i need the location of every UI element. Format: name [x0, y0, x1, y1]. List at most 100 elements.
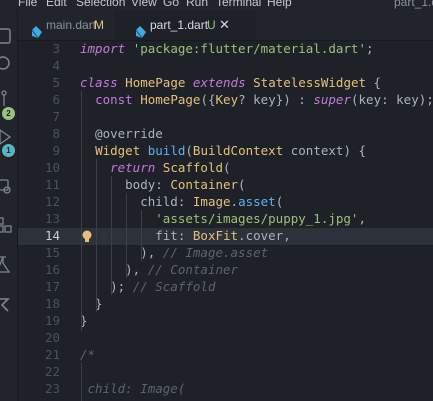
- flutter-icon[interactable]: [0, 296, 17, 314]
- code-line[interactable]: 21 /*: [18, 346, 433, 363]
- menu-view[interactable]: View: [131, 0, 157, 9]
- code-line[interactable]: 4: [18, 57, 433, 74]
- code-token: body:: [80, 177, 171, 192]
- run-debug-badge: 1: [2, 144, 15, 157]
- indent-guide: [81, 363, 82, 401]
- line-code: import 'package:flutter/material.dart';: [80, 40, 374, 57]
- line-number: 16: [44, 262, 60, 277]
- menu-file[interactable]: File: [18, 0, 37, 9]
- code-token: @override: [80, 126, 163, 141]
- lightbulb-icon[interactable]: [81, 229, 93, 243]
- line-code: ), // Container: [80, 261, 238, 278]
- line-number: 17: [44, 279, 60, 294]
- line-number: 14: [44, 228, 60, 243]
- code-token: const: [95, 92, 133, 107]
- code-token: Image: [192, 194, 231, 209]
- tab-main-dart[interactable]: main.dart M: [18, 10, 114, 40]
- code-token: (: [238, 177, 246, 192]
- line-number: 4: [52, 58, 60, 73]
- extensions-icon[interactable]: [0, 216, 17, 234]
- line-number: 22: [44, 364, 60, 379]
- indent-guide: [141, 210, 142, 261]
- window-title: part_1.dart: [394, 0, 433, 9]
- indent-guide: [126, 193, 127, 278]
- code-token: ),: [80, 245, 163, 260]
- code-token: class: [80, 75, 118, 90]
- source-control-icon[interactable]: [0, 90, 17, 108]
- code-token: BoxFit: [192, 228, 239, 243]
- code-token: /*: [80, 347, 96, 362]
- code-token: 'assets/images/puppy_1.jpg': [155, 211, 359, 226]
- code-token: );: [80, 279, 133, 294]
- menu-selection[interactable]: Selection: [76, 0, 125, 9]
- line-number: 3: [52, 41, 60, 56]
- code-editor[interactable]: 3 import 'package:flutter/material.dart';…: [18, 40, 433, 401]
- code-token: // Scaffold: [132, 279, 216, 294]
- code-token: (: [275, 194, 284, 209]
- close-icon[interactable]: ✕: [219, 10, 230, 40]
- editor-tabs: main.dart M part_1.dart U ✕: [18, 10, 433, 41]
- code-token: BuildContext: [192, 143, 284, 158]
- indent-guide: [81, 91, 82, 331]
- line-code: @override: [80, 125, 163, 142]
- code-token: Container: [170, 177, 239, 192]
- untracked-indicator: U: [207, 18, 216, 32]
- testing-icon[interactable]: [0, 256, 17, 274]
- line-number: 7: [52, 109, 60, 124]
- line-code: const HomePage({Key? key}) : super(key: …: [80, 91, 433, 108]
- line-number: 19: [44, 313, 60, 328]
- explorer-icon[interactable]: [0, 26, 17, 44]
- tab-label: part_1.dart: [150, 18, 209, 32]
- line-code: class HomePage extends StatelessWidget {: [80, 74, 381, 91]
- code-token: asset: [238, 194, 276, 209]
- menu-run[interactable]: Run: [186, 0, 208, 9]
- menu-terminal[interactable]: Terminal: [216, 0, 261, 9]
- indent-guide: [96, 159, 97, 312]
- code-token: ),: [80, 262, 148, 277]
- activity-bar: 2 1: [0, 10, 18, 401]
- code-line[interactable]: 20: [18, 329, 433, 346]
- line-number: 18: [44, 296, 60, 311]
- code-token: super: [313, 92, 351, 107]
- code-token: extends: [192, 75, 246, 90]
- menu-edit[interactable]: Edit: [46, 0, 67, 9]
- remote-icon[interactable]: [0, 178, 17, 196]
- line-number: 20: [44, 330, 60, 345]
- search-icon[interactable]: [0, 56, 17, 74]
- code-token: }: [80, 296, 103, 311]
- line-code: body: Container(: [80, 176, 246, 193]
- code-line[interactable]: 5 class HomePage extends StatelessWidget …: [18, 74, 433, 91]
- code-token: return: [110, 160, 156, 175]
- tab-part-1-dart[interactable]: part_1.dart U ✕: [114, 10, 256, 40]
- menu-help[interactable]: Help: [267, 0, 292, 9]
- line-code: return Scaffold(: [80, 159, 230, 176]
- code-token: .cover,: [238, 228, 291, 243]
- menu-go[interactable]: Go: [163, 0, 179, 9]
- code-token: Widget: [95, 143, 141, 158]
- line-number: 15: [44, 245, 60, 260]
- code-token: ;: [365, 41, 374, 56]
- line-number: 6: [52, 92, 60, 107]
- code-token: (: [185, 143, 193, 158]
- line-code: Widget build(BuildContext context) {: [80, 142, 366, 159]
- code-line[interactable]: 3 import 'package:flutter/material.dart';: [18, 40, 433, 57]
- code-token: import: [80, 41, 126, 56]
- code-token: 'package:flutter/material.dart': [132, 41, 366, 56]
- code-token: .: [230, 194, 239, 209]
- code-token: ,: [358, 211, 366, 226]
- line-number: 5: [52, 75, 60, 90]
- code-token: StatelessWidget: [253, 75, 367, 90]
- code-token: Scaffold: [162, 160, 224, 175]
- line-number: 8: [52, 126, 60, 141]
- line-code: child: Image(: [80, 380, 186, 397]
- line-number: 21: [44, 347, 60, 362]
- code-token: {: [366, 75, 382, 90]
- code-token: child: Image(: [80, 381, 186, 396]
